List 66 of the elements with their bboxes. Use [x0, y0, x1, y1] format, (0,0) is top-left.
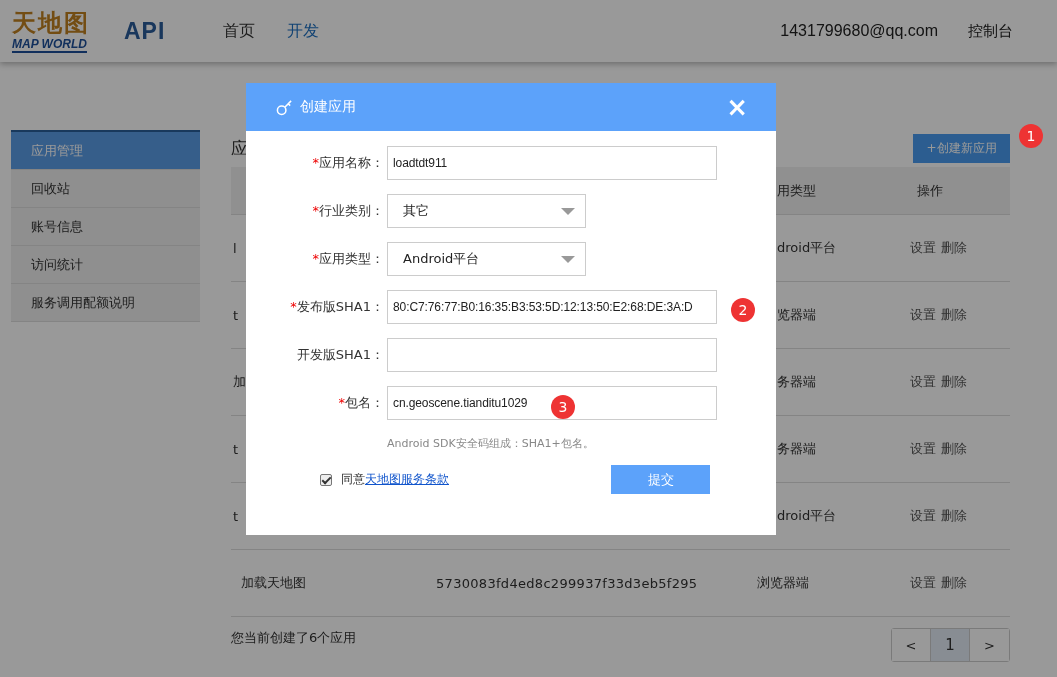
table-cell: t [233, 508, 239, 524]
sidebar-item[interactable]: 访问统计 [11, 246, 200, 284]
action-link[interactable]: 设置 [910, 373, 936, 391]
action-link[interactable]: 删除 [941, 507, 967, 525]
agree-label: 同意 [341, 471, 365, 488]
table-cell: 浏览器端 [757, 575, 809, 590]
table-cell: 务器端 [777, 374, 816, 389]
submit-button[interactable]: 提交 [611, 465, 710, 494]
column-header: 用类型 [777, 182, 816, 198]
action-link[interactable]: 删除 [941, 574, 967, 592]
input-field[interactable]: loadtdt911 [387, 146, 717, 180]
sidebar-item[interactable]: 账号信息 [11, 208, 200, 246]
action-link[interactable]: 设置 [910, 306, 936, 324]
field-label: *包名： [337, 394, 385, 412]
action-link[interactable]: 设置 [910, 507, 936, 525]
input-field[interactable]: 80:C7:76:77:B0:16:35:B3:53:5D:12:13:50:E2:68:DE:3A:D [387, 290, 717, 324]
dropdown[interactable]: Android平台 [387, 242, 586, 276]
console-link[interactable]: 控制台 [968, 21, 1013, 41]
action-link[interactable]: 设置 [910, 440, 936, 458]
field-label: 开发版SHA1： [295, 346, 385, 364]
sidebar-item[interactable]: 回收站 [11, 170, 200, 208]
table-cell: 加载天地图 [241, 575, 306, 590]
field-label: *应用名称： [311, 154, 385, 172]
table-cell: 务器端 [777, 441, 816, 456]
action-link[interactable]: 删除 [941, 239, 967, 257]
close-button[interactable]: × [726, 94, 748, 120]
sidebar-item[interactable]: 服务调用配额说明 [11, 284, 200, 322]
terms-link[interactable]: 天地图服务条款 [365, 471, 449, 488]
dialog-title: 创建应用 [300, 98, 356, 116]
table-cell: t [233, 307, 239, 323]
create-app-button[interactable]: +创建新应用 [913, 134, 1010, 163]
sidebar-item[interactable]: 应用管理 [11, 130, 200, 170]
nav-link[interactable]: 开发 [287, 20, 320, 42]
hint-text: Android SDK安全码组成：SHA1+包名。 [387, 436, 595, 451]
page-heading: 应 [231, 137, 248, 160]
table-cell: droid平台 [777, 240, 837, 255]
table-cell: droid平台 [777, 508, 837, 523]
nav-link[interactable]: 首页 [223, 20, 256, 42]
table-cell: 览器端 [777, 307, 816, 322]
table-cell: 加 [233, 374, 246, 389]
caret-icon [561, 255, 575, 263]
action-link[interactable]: 设置 [910, 574, 936, 592]
page-button[interactable]: 1 [931, 629, 970, 661]
app-count-text: 您当前创建了6个应用 [231, 629, 357, 647]
table-cell: 5730083fd4ed8c299937f33d3eb5f295 [436, 575, 698, 591]
account-link[interactable]: 1431799680@qq.com [780, 22, 938, 40]
key-icon [276, 98, 293, 116]
number-badge: 1 [1019, 124, 1043, 148]
action-link[interactable]: 删除 [941, 373, 967, 391]
table-cell: t [233, 441, 239, 457]
field-label: *应用类型： [311, 250, 385, 268]
logo-subtitle: MAP WORLD [12, 37, 87, 53]
checkbox[interactable] [320, 473, 332, 486]
table-cell: l [233, 240, 237, 256]
column-header: 操作 [917, 181, 943, 200]
action-link[interactable]: 删除 [941, 440, 967, 458]
product-name: API [124, 17, 166, 45]
field-label: *发布版SHA1： [289, 298, 385, 316]
page-button[interactable]: < [892, 629, 931, 661]
logo-title: 天地图 [12, 9, 90, 37]
caret-icon [561, 207, 575, 215]
input-field[interactable] [387, 338, 717, 372]
field-label: *行业类别： [311, 202, 385, 220]
action-link[interactable]: 设置 [910, 239, 936, 257]
action-link[interactable]: 删除 [941, 306, 967, 324]
dropdown[interactable]: 其它 [387, 194, 586, 228]
